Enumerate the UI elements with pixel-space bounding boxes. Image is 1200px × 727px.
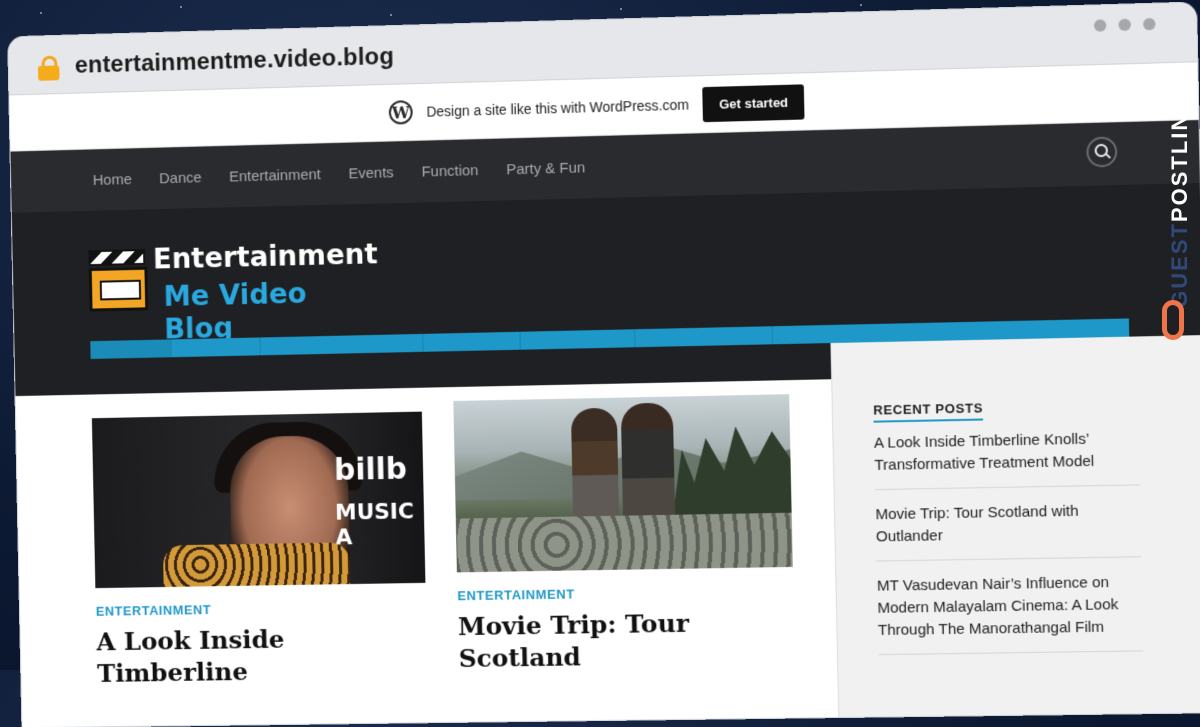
window-dot-icon[interactable] bbox=[1118, 18, 1131, 32]
recent-post-link[interactable]: MT Vasudevan Nair’s Influence on Modern … bbox=[876, 567, 1144, 656]
topnav-item-entertainment[interactable]: Entertainment bbox=[229, 166, 321, 185]
url-text[interactable]: entertainmentme.video.blog bbox=[75, 43, 395, 80]
window-controls bbox=[1093, 17, 1156, 32]
recent-post-link[interactable]: Movie Trip: Tour Scotland with Outlander bbox=[875, 495, 1142, 562]
recent-posts-list: A Look Inside Timberline Knolls’ Transfo… bbox=[873, 423, 1144, 666]
window-dot-icon[interactable] bbox=[1143, 17, 1156, 31]
browser-window: entertainmentme.video.blog W Design a si… bbox=[8, 2, 1200, 727]
get-started-button[interactable]: Get started bbox=[702, 83, 805, 122]
window-dot-icon[interactable] bbox=[1093, 19, 1107, 32]
watermark-text: GUESTPOSTLINKS bbox=[1167, 78, 1192, 308]
main-content: billb MUSIC A ENTERTAINMENT A Look Insid… bbox=[14, 335, 1200, 727]
site-logo[interactable]: Entertainment Me Video Blog bbox=[88, 237, 384, 346]
topnav-item-party-fun[interactable]: Party & Fun bbox=[506, 159, 585, 178]
topnav-item-home[interactable]: Home bbox=[93, 171, 132, 189]
watermark: GUESTPOSTLINKS bbox=[1160, 60, 1194, 360]
sidebar: RECENT POSTS A Look Inside Timberline Kn… bbox=[830, 335, 1200, 727]
post-title[interactable]: A Look Inside Timberline bbox=[96, 622, 427, 690]
post-card: billb MUSIC A ENTERTAINMENT A Look Insid… bbox=[91, 411, 428, 690]
recent-post-link[interactable]: A Look Inside Timberline Knolls’ Transfo… bbox=[873, 423, 1140, 491]
link-icon bbox=[1162, 300, 1184, 340]
post-thumbnail[interactable]: billb MUSIC A bbox=[91, 411, 426, 589]
post-title[interactable]: Movie Trip: Tour Scotland bbox=[458, 606, 795, 675]
topnav-item-dance[interactable]: Dance bbox=[159, 169, 202, 187]
topnav-item-function[interactable]: Function bbox=[421, 162, 478, 180]
wordpress-icon: W bbox=[388, 100, 413, 125]
site-header: Entertainment Me Video Blog HOME DANCE E… bbox=[11, 182, 1200, 409]
wordpress-banner-text: Design a site like this with WordPress.c… bbox=[426, 96, 690, 120]
clapperboard-icon bbox=[88, 248, 149, 312]
topnav-item-events[interactable]: Events bbox=[348, 164, 394, 182]
post-card: ENTERTAINMENT Movie Trip: Tour Scotland bbox=[453, 394, 795, 675]
recent-posts-heading: RECENT POSTS bbox=[873, 400, 984, 423]
post-category[interactable]: ENTERTAINMENT bbox=[457, 583, 793, 603]
logo-title: Entertainment bbox=[152, 237, 378, 276]
lock-icon bbox=[37, 55, 60, 81]
post-category[interactable]: ENTERTAINMENT bbox=[96, 599, 426, 619]
search-icon[interactable] bbox=[1086, 136, 1118, 168]
post-thumbnail[interactable] bbox=[453, 394, 793, 573]
